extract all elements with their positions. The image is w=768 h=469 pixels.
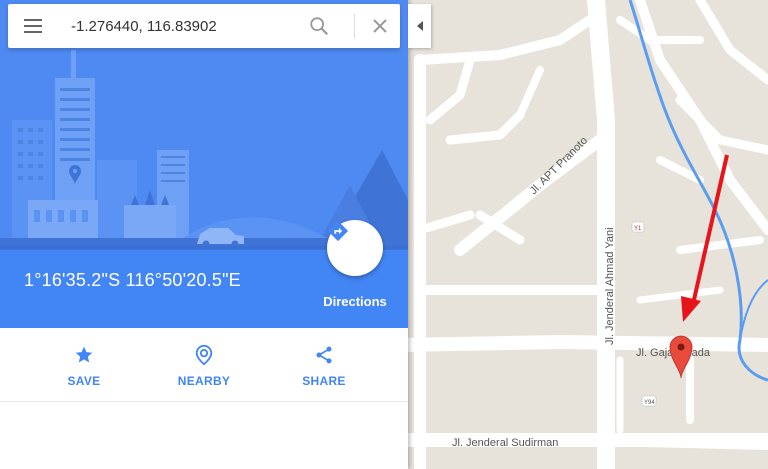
nearby-button[interactable]: NEARBY: [149, 328, 259, 401]
share-label: SHARE: [302, 374, 346, 388]
action-bar: SAVE NEARBY SHARE: [0, 328, 408, 402]
chevron-left-icon: [416, 21, 423, 31]
menu-icon[interactable]: [22, 16, 46, 36]
directions-icon: [327, 220, 349, 242]
street-label-ahmad-yani: Jl. Jenderal Ahmad Yani: [604, 227, 616, 345]
share-button[interactable]: SHARE: [269, 328, 379, 401]
place-hero: 1°16'35.2"S 116°50'20.5"E Directions: [0, 0, 408, 328]
street-label-sudirman: Jl. Jenderal Sudirman: [452, 437, 558, 449]
nearby-label: NEARBY: [177, 374, 231, 388]
star-icon: [75, 346, 93, 363]
poi-badge: Y94: [644, 400, 655, 406]
place-panel: 1°16'35.2"S 116°50'20.5"E Directions SAV…: [0, 0, 408, 469]
coordinates-text: 1°16'35.2"S 116°50'20.5"E: [24, 270, 241, 290]
save-button[interactable]: SAVE: [29, 328, 139, 401]
search-icon[interactable]: [308, 15, 330, 37]
poi-badge: Y1: [634, 226, 642, 232]
directions-button[interactable]: [327, 220, 383, 276]
nearby-icon: [195, 344, 213, 366]
search-box: [8, 4, 400, 48]
share-icon: [316, 346, 332, 364]
directions-label[interactable]: Directions: [311, 294, 399, 309]
collapse-panel-button[interactable]: [408, 4, 431, 48]
save-label: SAVE: [67, 374, 101, 388]
search-divider: [354, 14, 355, 38]
search-input[interactable]: [71, 13, 301, 39]
close-icon[interactable]: [370, 16, 390, 36]
